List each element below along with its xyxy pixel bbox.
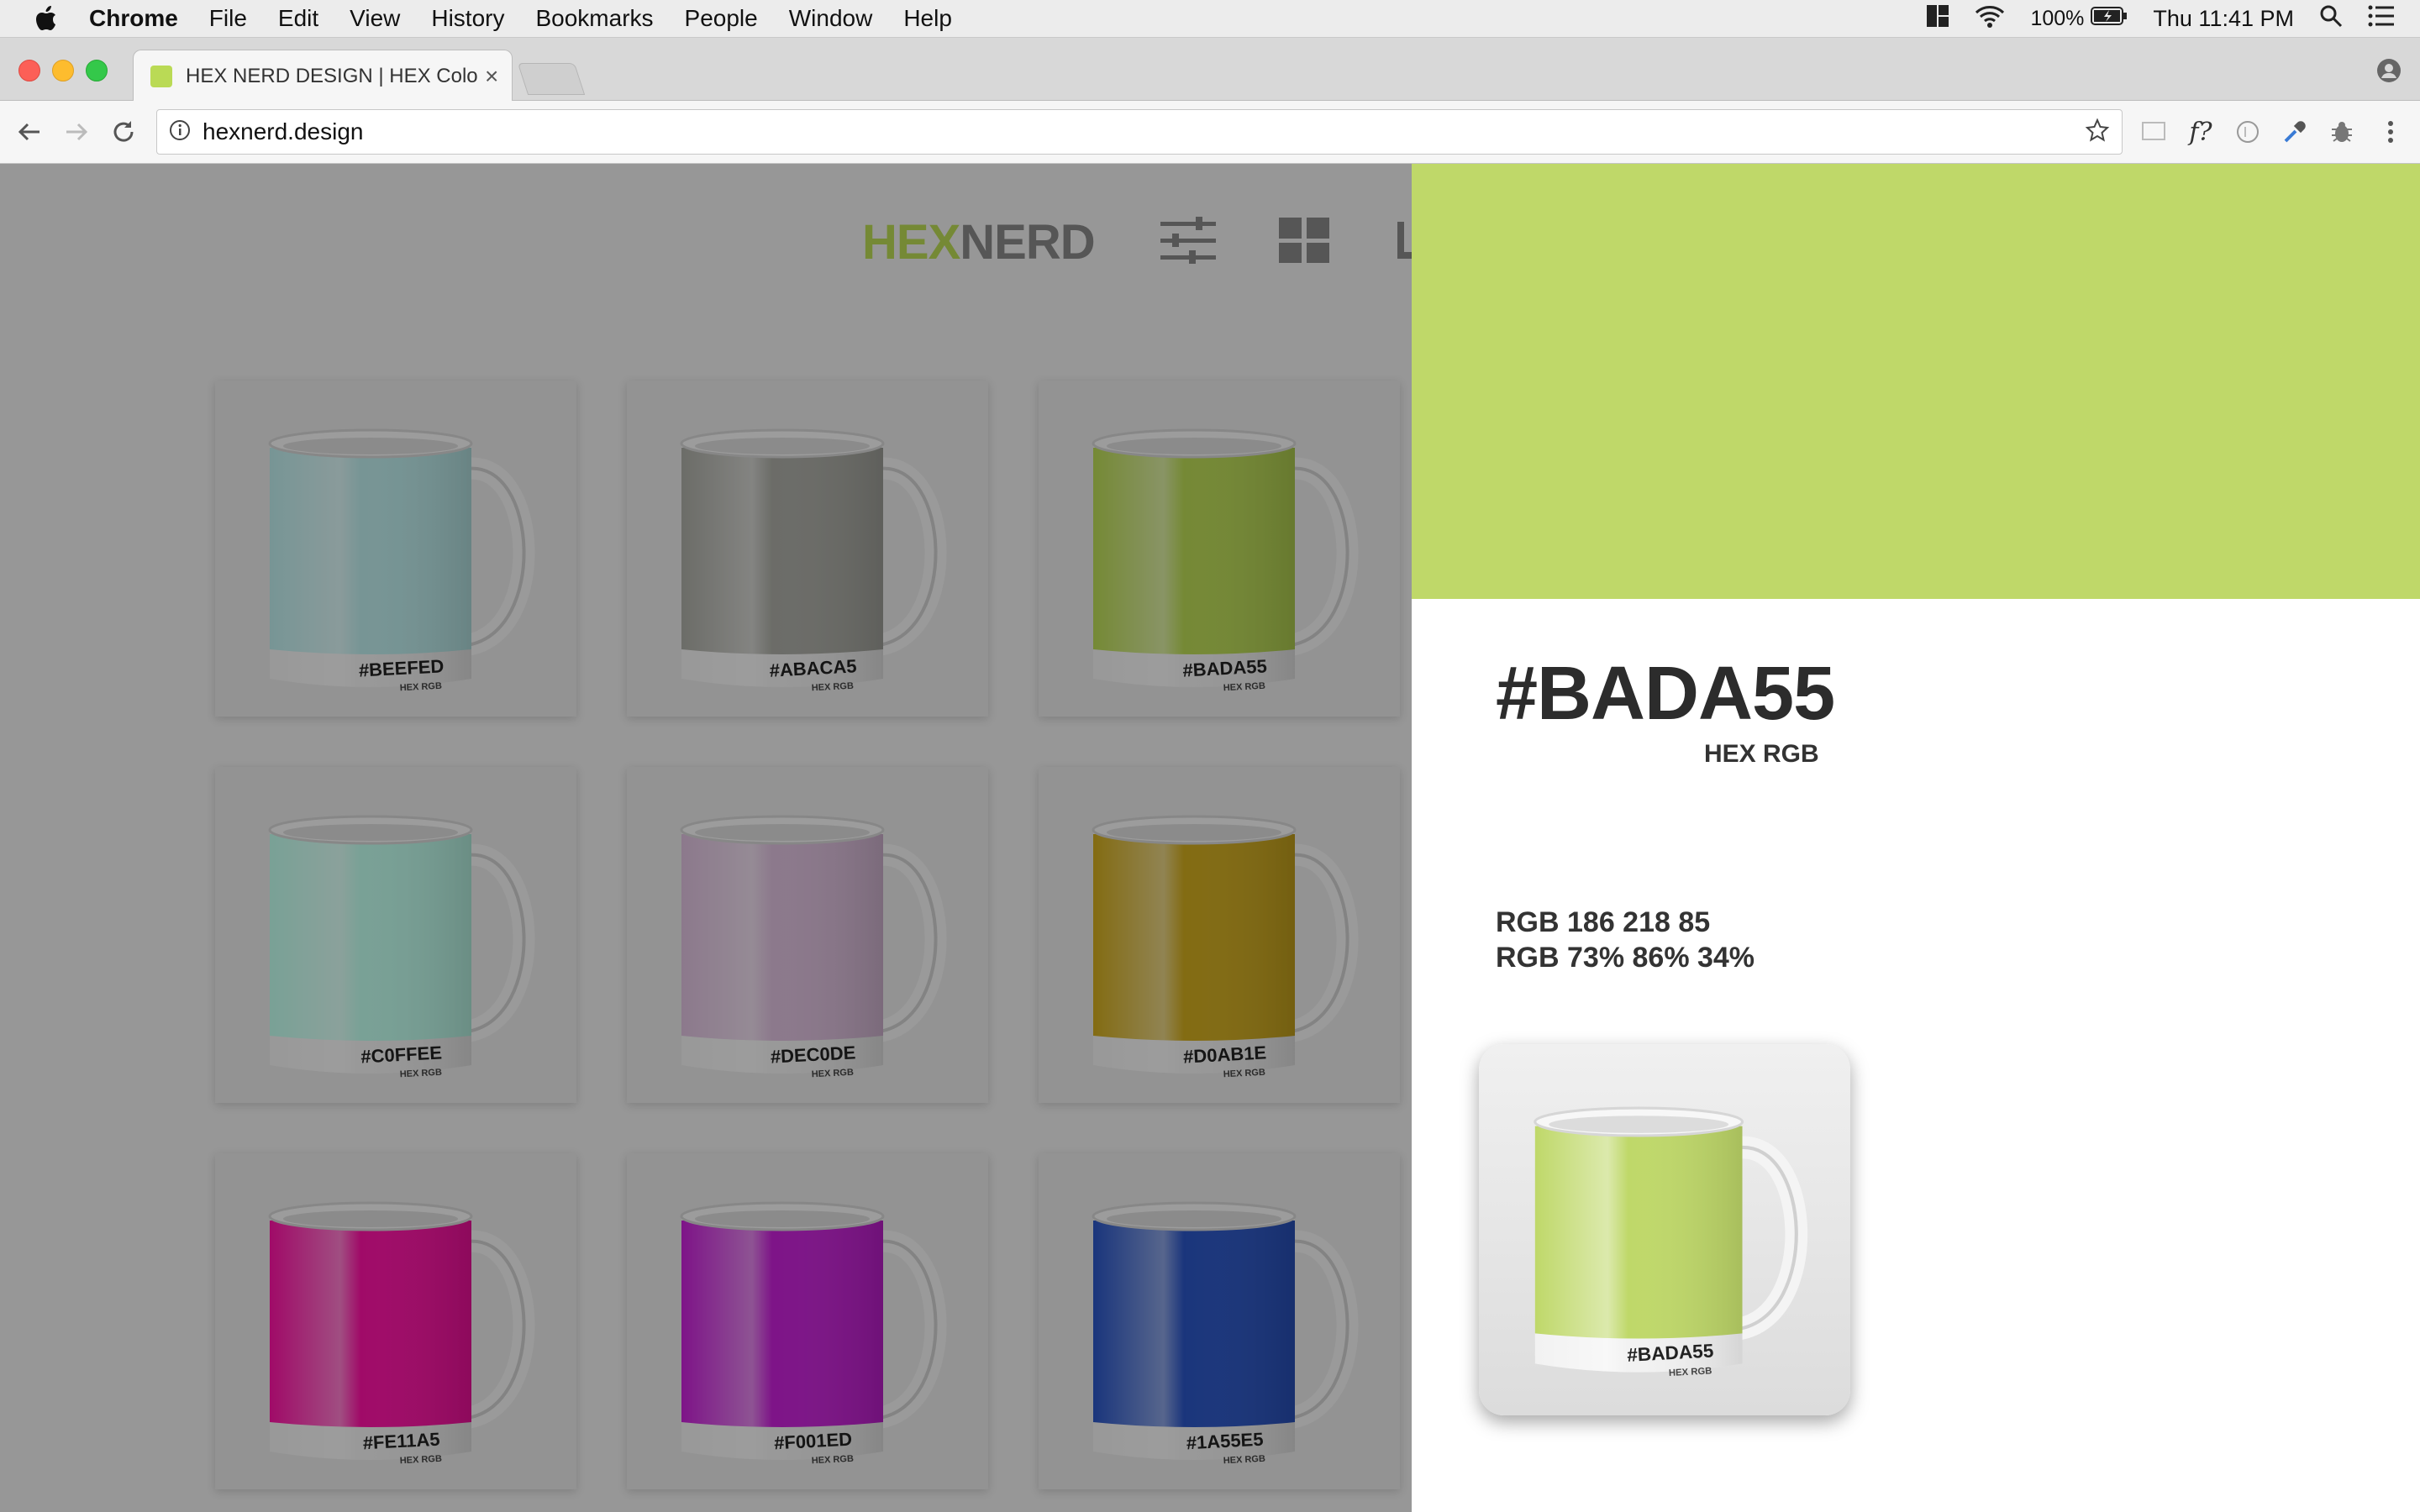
forward-arrow-icon[interactable]: [60, 116, 92, 148]
color-detail-panel: #BADA55 HEX RGB RGB 186 218 85 RGB 73% 8…: [1412, 164, 2420, 1512]
circle-extension-icon[interactable]: [2232, 116, 2264, 148]
menu-bookmarks[interactable]: Bookmarks: [535, 5, 653, 32]
modal-overlay[interactable]: [0, 164, 1412, 1512]
battery-status[interactable]: 100%: [2030, 5, 2128, 32]
tab-title: HEX NERD DESIGN | HEX Colo: [186, 64, 478, 87]
menu-app-name[interactable]: Chrome: [89, 5, 178, 32]
window-minimize-button[interactable]: [52, 60, 74, 81]
spotlight-search-icon[interactable]: [2319, 4, 2343, 34]
menu-file[interactable]: File: [209, 5, 247, 32]
cast-extension-icon[interactable]: [2138, 116, 2170, 148]
wifi-icon[interactable]: [1975, 4, 2005, 34]
back-arrow-icon[interactable]: [13, 116, 45, 148]
bookmark-star-icon[interactable]: [2085, 118, 2110, 147]
menu-help[interactable]: Help: [903, 5, 952, 32]
reload-icon[interactable]: [108, 116, 139, 148]
menu-history[interactable]: History: [431, 5, 504, 32]
new-tab-button[interactable]: [517, 63, 586, 95]
rgb-values: RGB 186 218 85: [1496, 906, 1711, 938]
menubar-clock[interactable]: Thu 11:41 PM: [2153, 6, 2294, 32]
tab-close-icon[interactable]: ×: [485, 63, 498, 90]
eyedropper-extension-icon[interactable]: [2279, 116, 2311, 148]
browser-toolbar: hexnerd.design f?: [0, 101, 2420, 164]
notification-center-icon[interactable]: [2368, 5, 2395, 33]
whatfont-extension-icon[interactable]: f?: [2185, 116, 2217, 148]
menu-bar: Chrome File Edit View History Bookmarks …: [0, 0, 2420, 38]
window-close-button[interactable]: [18, 60, 40, 81]
menu-window[interactable]: Window: [789, 5, 873, 32]
address-bar-url: hexnerd.design: [203, 118, 364, 144]
rgb-percentages: RGB 73% 86% 34%: [1496, 942, 1755, 974]
mug-label-sub: HEX RGB: [1669, 1366, 1712, 1378]
mug-product-image[interactable]: #BADA55 HEX RGB: [1479, 1044, 1850, 1415]
battery-icon: [2091, 5, 2128, 32]
site-info-icon[interactable]: [169, 119, 191, 145]
web-page: HEXNERD #BEEFED HEX RGB #ABACA5 HEX RGB #BAD…: [0, 164, 2420, 1512]
window-maximize-button[interactable]: [86, 60, 108, 81]
hex-rgb-caption: HEX RGB: [1704, 740, 1819, 768]
battery-percent: 100%: [2030, 6, 2085, 30]
menu-edit[interactable]: Edit: [278, 5, 318, 32]
chrome-menu-icon[interactable]: [2375, 116, 2407, 148]
window-manager-icon[interactable]: [1926, 4, 1949, 34]
profile-avatar-icon[interactable]: [2376, 58, 2402, 87]
apple-menu-icon[interactable]: [32, 4, 60, 33]
address-bar[interactable]: hexnerd.design: [156, 109, 2123, 155]
hex-code-heading: #BADA55: [1496, 652, 1835, 736]
browser-tab-active[interactable]: HEX NERD DESIGN | HEX Colo ×: [133, 50, 513, 102]
menu-view[interactable]: View: [350, 5, 400, 32]
color-swatch: [1412, 164, 2420, 599]
tab-strip: HEX NERD DESIGN | HEX Colo ×: [0, 38, 2420, 102]
bug-extension-icon[interactable]: [2326, 116, 2358, 148]
tab-favicon-icon: [150, 65, 172, 87]
menu-people[interactable]: People: [685, 5, 758, 32]
